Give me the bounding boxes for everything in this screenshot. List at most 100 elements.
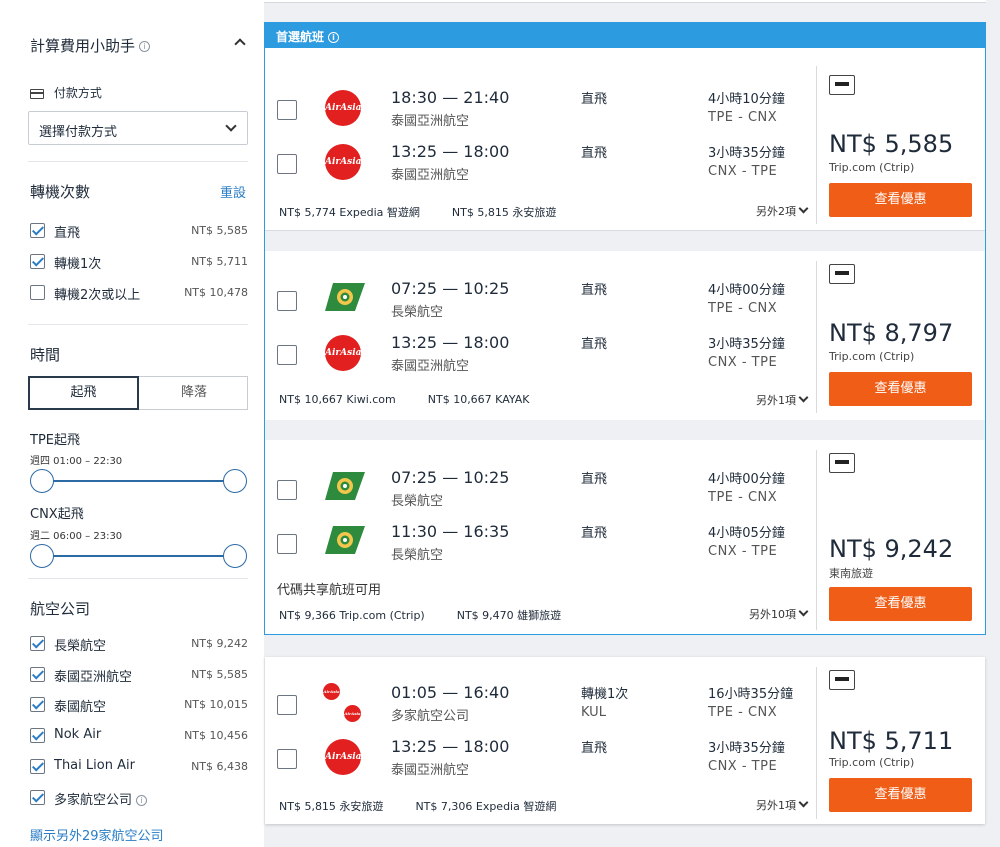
other-price[interactable]: NT$ 10,667 Kiwi.com — [279, 393, 396, 406]
preferred-flights-header: 首選航班 i — [264, 22, 986, 48]
filter-price: NT$ 5,711 — [191, 255, 248, 268]
airline-filter[interactable]: 泰國亞洲航空 NT$ 5,585 — [30, 666, 248, 686]
other-price[interactable]: NT$ 5,815 永安旅遊 — [279, 800, 383, 813]
filter-label: 直飛 — [54, 226, 81, 241]
checkbox[interactable] — [30, 636, 45, 651]
other-price[interactable]: NT$ 7,306 Expedia 智遊網 — [415, 800, 556, 813]
stops-filter-one-stop[interactable]: 轉機1次 NT$ 5,711 — [30, 253, 248, 273]
airasia-logo: AirAsia — [325, 739, 361, 775]
other-price[interactable]: NT$ 5,774 Expedia 智遊網 — [279, 206, 420, 219]
compare-checkbox[interactable] — [277, 100, 297, 120]
eva-air-logo — [325, 283, 365, 311]
airasia-logo: AirAsia — [325, 90, 361, 126]
result-card[interactable]: 07:25 — 10:25 長榮航空 直飛 4小時00分鐘 TPE - CNX … — [265, 251, 985, 420]
slider-handle-end[interactable] — [223, 469, 247, 493]
other-prices: NT$ 5,815 永安旅遊 NT$ 7,306 Expedia 智遊網 — [279, 798, 588, 814]
other-price[interactable]: NT$ 9,366 Trip.com (Ctrip) — [279, 609, 425, 622]
chevron-up-icon[interactable] — [234, 38, 246, 50]
filter-sidebar: 計算費用小助手 i 付款方式 選擇付款方式 轉機次數 重設 直飛 NT$ 5,58… — [0, 0, 264, 847]
show-more-airlines-link[interactable]: 顯示另外29家航空公司 — [30, 825, 164, 844]
flight-times: 18:30 — 21:40 — [391, 88, 510, 107]
slider-handle-start[interactable] — [30, 469, 54, 493]
slider-title: CNX起飛 — [30, 507, 84, 522]
compare-checkbox[interactable] — [277, 345, 297, 365]
more-options[interactable]: 另外1項 — [756, 392, 809, 408]
compare-checkbox[interactable] — [277, 534, 297, 554]
filter-label: 泰國航空 — [54, 700, 107, 715]
result-card[interactable]: AirAsia AirAsia 01:05 — 16:40 多家航空公司 轉機1… — [265, 657, 985, 824]
duration: 4小時00分鐘 — [708, 472, 785, 487]
flight-times: 07:25 — 10:25 — [391, 279, 510, 298]
stops-filter-two-plus[interactable]: 轉機2次或以上 NT$ 10,478 — [30, 284, 248, 304]
compare-checkbox[interactable] — [277, 749, 297, 769]
reset-link[interactable]: 重設 — [220, 182, 246, 201]
more-options[interactable]: 另外2項 — [756, 203, 809, 219]
card-icon — [829, 670, 855, 690]
eva-air-logo — [325, 472, 365, 500]
slider-track[interactable] — [42, 555, 236, 557]
more-options[interactable]: 另外10項 — [749, 606, 809, 622]
result-card[interactable]: 07:25 — 10:25 長榮航空 直飛 4小時00分鐘 TPE - CNX … — [265, 440, 985, 634]
stops: 直飛 — [581, 526, 608, 541]
card-icon — [829, 453, 855, 473]
duration: 3小時35分鐘 — [708, 741, 785, 756]
compare-checkbox[interactable] — [277, 480, 297, 500]
tab-departure[interactable]: 起飛 — [28, 376, 139, 410]
result-card[interactable]: AirAsia 18:30 — 21:40 泰國亞洲航空 直飛 4小時10分鐘 … — [265, 48, 985, 230]
price: NT$ 9,242 — [829, 535, 954, 563]
airline-filter[interactable]: Thai Lion Air NT$ 6,438 — [30, 758, 248, 778]
payment-method-select[interactable]: 選擇付款方式 — [28, 111, 248, 145]
flight-times: 11:30 — 16:35 — [391, 522, 510, 541]
airasia-logo: AirAsia — [325, 144, 361, 180]
other-price[interactable]: NT$ 9,470 雄獅旅遊 — [457, 609, 561, 622]
tab-arrival[interactable]: 降落 — [139, 377, 249, 409]
view-deal-button[interactable]: 查看優惠 — [829, 587, 972, 621]
flight-leg: AirAsia AirAsia 01:05 — 16:40 多家航空公司 轉機1… — [265, 683, 820, 731]
airline-filter[interactable]: 長榮航空 NT$ 9,242 — [30, 635, 248, 655]
other-price[interactable]: NT$ 10,667 KAYAK — [428, 393, 530, 406]
checkbox[interactable] — [30, 223, 45, 238]
info-icon[interactable]: i — [139, 41, 151, 52]
compare-checkbox[interactable] — [277, 695, 297, 715]
airline-filter[interactable]: Nok Air NT$ 10,456 — [30, 727, 248, 747]
helper-title: 計算費用小助手 i — [30, 35, 151, 56]
route: TPE - CNX — [708, 301, 778, 316]
filter-price: NT$ 9,242 — [191, 637, 248, 650]
duration: 3小時35分鐘 — [708, 337, 785, 352]
checkbox[interactable] — [30, 697, 45, 712]
flight-leg: AirAsia 18:30 — 21:40 泰國亞洲航空 直飛 4小時10分鐘 … — [265, 88, 820, 136]
vendor: 東南旅遊 — [829, 567, 873, 580]
info-icon[interactable]: i — [136, 795, 148, 806]
airasia-logo: AirAsia — [325, 335, 361, 371]
view-deal-button[interactable]: 查看優惠 — [829, 372, 972, 406]
card-icon — [829, 75, 855, 95]
checkbox[interactable] — [30, 759, 45, 774]
view-deal-button[interactable]: 查看優惠 — [829, 183, 972, 217]
gap — [265, 231, 985, 251]
stops: 直飛 — [581, 472, 608, 487]
info-icon[interactable]: i — [328, 32, 340, 43]
slider-range: 週二 06:00 – 23:30 — [30, 531, 123, 542]
filter-price: NT$ 5,585 — [191, 668, 248, 681]
stops-filter-direct[interactable]: 直飛 NT$ 5,585 — [30, 222, 248, 242]
view-deal-button[interactable]: 查看優惠 — [829, 778, 972, 812]
checkbox[interactable] — [30, 728, 45, 743]
slider-track[interactable] — [42, 480, 236, 482]
stops: 直飛 — [581, 337, 608, 352]
checkbox[interactable] — [30, 667, 45, 682]
flight-times: 13:25 — 18:00 — [391, 737, 510, 756]
airline-filter[interactable]: 泰國航空 NT$ 10,015 — [30, 696, 248, 716]
checkbox[interactable] — [30, 790, 45, 805]
codeshare-note: 代碼共享航班可用 — [277, 583, 382, 598]
checkbox[interactable] — [30, 254, 45, 269]
slider-handle-start[interactable] — [30, 544, 54, 568]
route: TPE - CNX — [708, 490, 778, 505]
checkbox[interactable] — [30, 285, 45, 300]
compare-checkbox[interactable] — [277, 291, 297, 311]
more-options[interactable]: 另外1項 — [756, 797, 809, 813]
compare-checkbox[interactable] — [277, 154, 297, 174]
other-price[interactable]: NT$ 5,815 永安旅遊 — [452, 206, 556, 219]
slider-handle-end[interactable] — [223, 544, 247, 568]
airline-filter[interactable]: 多家航空公司 i — [30, 789, 248, 809]
divider — [28, 161, 248, 162]
